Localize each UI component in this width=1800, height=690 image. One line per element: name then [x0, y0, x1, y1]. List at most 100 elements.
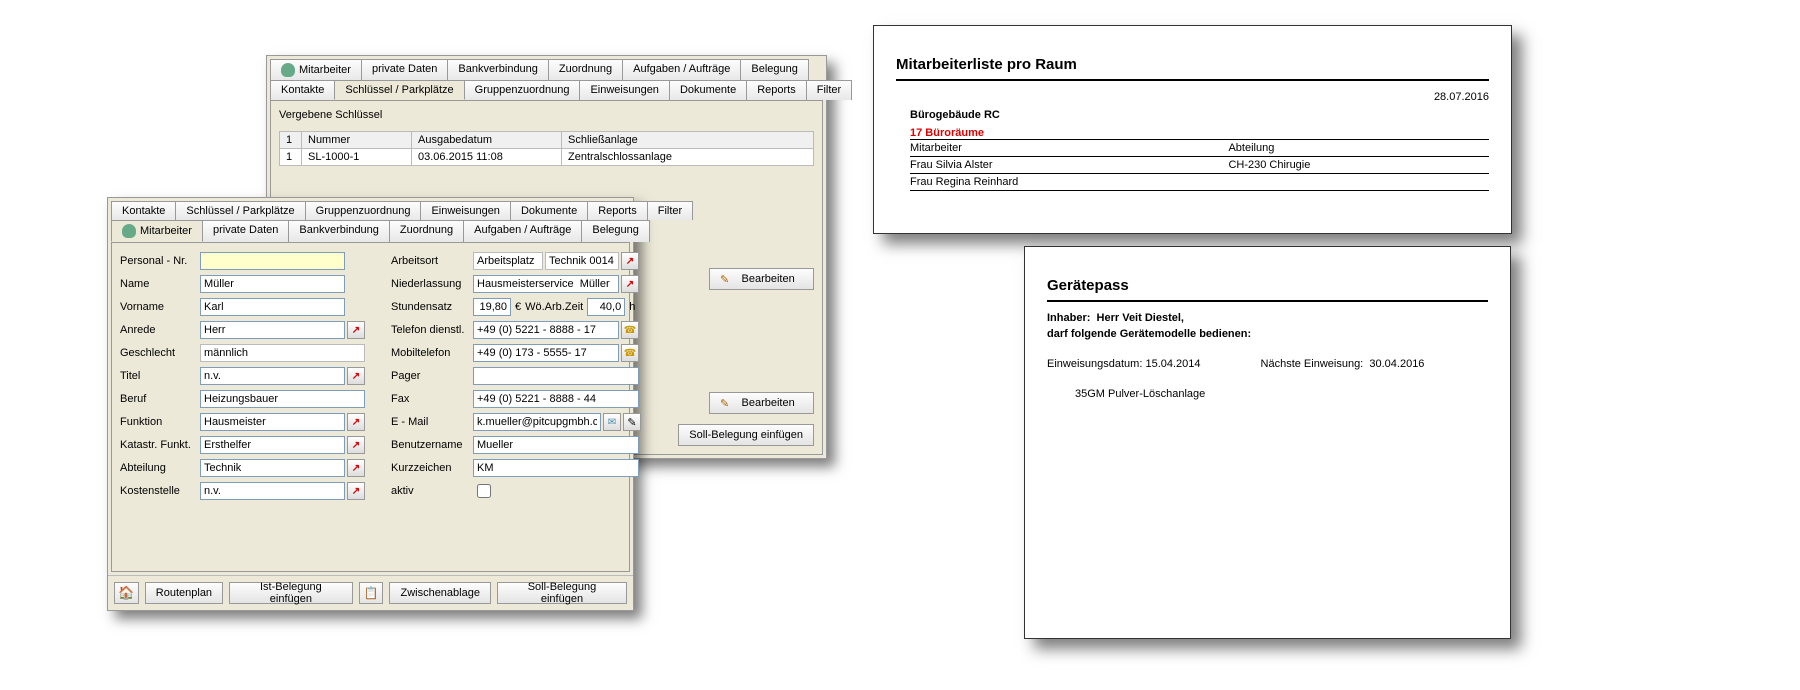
anrede-picker[interactable]: ↗ — [347, 321, 365, 339]
report2-item: 35GM Pulver-Löschanlage — [1075, 388, 1488, 400]
email-field[interactable] — [473, 413, 601, 431]
person-icon — [122, 224, 136, 238]
kostenstelle-field[interactable] — [200, 482, 345, 500]
tab-filter-back[interactable]: Filter — [806, 80, 852, 100]
table-row: Frau Regina Reinhard — [910, 174, 1489, 191]
home-button[interactable]: 🏠 — [114, 582, 139, 604]
email-tool[interactable]: ✎ — [623, 413, 641, 431]
vorname-field[interactable] — [200, 298, 345, 316]
titel-picker[interactable]: ↗ — [347, 367, 365, 385]
routenplan-button[interactable]: Routenplan — [145, 582, 223, 604]
label-anrede: Anrede — [120, 324, 200, 336]
tab-mitarbeiter-back[interactable]: Mitarbeiter — [270, 59, 362, 80]
front-tab-row-1: Kontakte Schlüssel / Parkplätze Gruppenz… — [108, 198, 633, 220]
table-row: Frau Silvia AlsterCH-230 Chirugie — [910, 157, 1489, 174]
funktion-field[interactable] — [200, 413, 345, 431]
col-nummer[interactable]: Nummer — [302, 132, 412, 149]
tab-dokumente[interactable]: Dokumente — [510, 201, 588, 220]
edit-keys-button[interactable]: ✎Bearbeiten — [709, 268, 814, 290]
label-katastr: Katastr. Funkt. — [120, 439, 200, 451]
tab-kontakte[interactable]: Kontakte — [111, 201, 176, 220]
arrow-icon: ↗ — [352, 325, 360, 336]
funktion-picker[interactable]: ↗ — [347, 413, 365, 431]
katastr-picker[interactable]: ↗ — [347, 436, 365, 454]
arrow-icon: ↗ — [626, 256, 634, 267]
arbeitsort-extra-field — [545, 252, 619, 270]
keys-section-title: Vergebene Schlüssel — [279, 109, 814, 121]
aktiv-checkbox[interactable] — [477, 484, 491, 498]
tab-zuordnung[interactable]: Zuordnung — [548, 59, 623, 80]
tab-gruppenzu[interactable]: Gruppenzuordnung — [305, 201, 422, 220]
katastr-field[interactable] — [200, 436, 345, 454]
table-row[interactable]: 1 SL-1000-1 03.06.2015 11:08 Zentralschl… — [280, 149, 814, 166]
pager-field[interactable] — [473, 367, 639, 385]
label-aktiv: aktiv — [391, 485, 473, 497]
col-idx[interactable]: 1 — [280, 132, 302, 149]
tab-schluessel[interactable]: Schlüssel / Parkplätze — [175, 201, 305, 220]
tab-zuordnung-2[interactable]: Zuordnung — [389, 220, 464, 242]
tab-kontakte-back[interactable]: Kontakte — [270, 80, 335, 100]
tab-einweisungen[interactable]: Einweisungen — [420, 201, 511, 220]
soll-belegung-button[interactable]: Soll-Belegung einfügen — [497, 582, 627, 604]
employee-panel: Personal - Nr. Name Vorname Anrede↗ Gesc… — [111, 242, 630, 572]
label-mobil: Mobiltelefon — [391, 347, 473, 359]
benutzer-field[interactable] — [473, 436, 639, 454]
niederlassung-field[interactable] — [473, 275, 619, 293]
abteilung-picker[interactable]: ↗ — [347, 459, 365, 477]
woarb-field[interactable] — [587, 298, 625, 316]
label-email: E - Mail — [391, 416, 473, 428]
titel-field[interactable] — [200, 367, 345, 385]
anrede-field[interactable] — [200, 321, 345, 339]
tab-belegung[interactable]: Belegung — [740, 59, 809, 80]
stundensatz-field[interactable] — [473, 298, 511, 316]
telefon-field[interactable] — [473, 321, 619, 339]
fax-field[interactable] — [473, 390, 639, 408]
tab-reports[interactable]: Reports — [587, 201, 648, 220]
tab-schluessel-active[interactable]: Schlüssel / Parkplätze — [334, 80, 464, 100]
rpt1-col-abteilung: Abteilung — [1228, 140, 1489, 157]
label-kostenstelle: Kostenstelle — [120, 485, 200, 497]
arbeitsort-picker[interactable]: ↗ — [621, 252, 639, 270]
report1-date: 28.07.2016 — [896, 91, 1489, 103]
telefon-dial[interactable]: ☎ — [621, 321, 639, 339]
email-send[interactable]: ✉ — [603, 413, 621, 431]
personalnr-field[interactable] — [200, 252, 345, 270]
tab-mitarbeiter-active[interactable]: Mitarbeiter — [111, 220, 203, 242]
employee-dialog: Kontakte Schlüssel / Parkplätze Gruppenz… — [107, 197, 634, 611]
tab-private-daten-2[interactable]: private Daten — [202, 220, 289, 242]
tab-belegung-2[interactable]: Belegung — [581, 220, 650, 242]
inhaber-label: Inhaber: — [1047, 312, 1090, 324]
tab-bankverbindung[interactable]: Bankverbindung — [447, 59, 549, 80]
arrow-icon: ↗ — [352, 463, 360, 474]
report1-title: Mitarbeiterliste pro Raum — [896, 56, 1489, 73]
ist-belegung-button[interactable]: Ist-Belegung einfügen — [229, 582, 353, 604]
col-schliessanlage[interactable]: Schließanlage — [562, 132, 814, 149]
niederlassung-picker[interactable]: ↗ — [621, 275, 639, 293]
edit-keys-button-2[interactable]: ✎Bearbeiten — [709, 392, 814, 414]
col-ausgabedatum[interactable]: Ausgabedatum — [412, 132, 562, 149]
tab-private-daten[interactable]: private Daten — [361, 59, 448, 80]
abteilung-field[interactable] — [200, 459, 345, 477]
report1-table: MitarbeiterAbteilung Frau Silvia AlsterC… — [910, 139, 1489, 191]
mobil-field[interactable] — [473, 344, 619, 362]
arrow-icon: ↗ — [352, 486, 360, 497]
tab-dokumente-back[interactable]: Dokumente — [669, 80, 747, 100]
clipboard-icon-button[interactable]: 📋 — [359, 582, 384, 604]
tab-aufgaben[interactable]: Aufgaben / Aufträge — [622, 59, 741, 80]
tab-bankverbindung-2[interactable]: Bankverbindung — [288, 220, 390, 242]
tab-filter[interactable]: Filter — [647, 201, 693, 220]
tab-gruppenzu-back[interactable]: Gruppenzuordnung — [464, 80, 581, 100]
form-right-col: Arbeitsort↗ Niederlassung↗ Stundensatz€W… — [391, 251, 641, 501]
mobil-dial[interactable]: ☎ — [621, 344, 639, 362]
tab-reports-back[interactable]: Reports — [746, 80, 807, 100]
keys-grid[interactable]: 1 Nummer Ausgabedatum Schließanlage 1 SL… — [279, 131, 814, 166]
kostenstelle-picker[interactable]: ↗ — [347, 482, 365, 500]
zwischenablage-button[interactable]: Zwischenablage — [389, 582, 491, 604]
label-beruf: Beruf — [120, 393, 200, 405]
soll-belegung-back-button[interactable]: Soll-Belegung einfügen — [678, 424, 814, 446]
tab-aufgaben-2[interactable]: Aufgaben / Aufträge — [463, 220, 582, 242]
name-field[interactable] — [200, 275, 345, 293]
beruf-field[interactable] — [200, 390, 365, 408]
tab-einweisungen-back[interactable]: Einweisungen — [579, 80, 670, 100]
kurz-field[interactable] — [473, 459, 639, 477]
